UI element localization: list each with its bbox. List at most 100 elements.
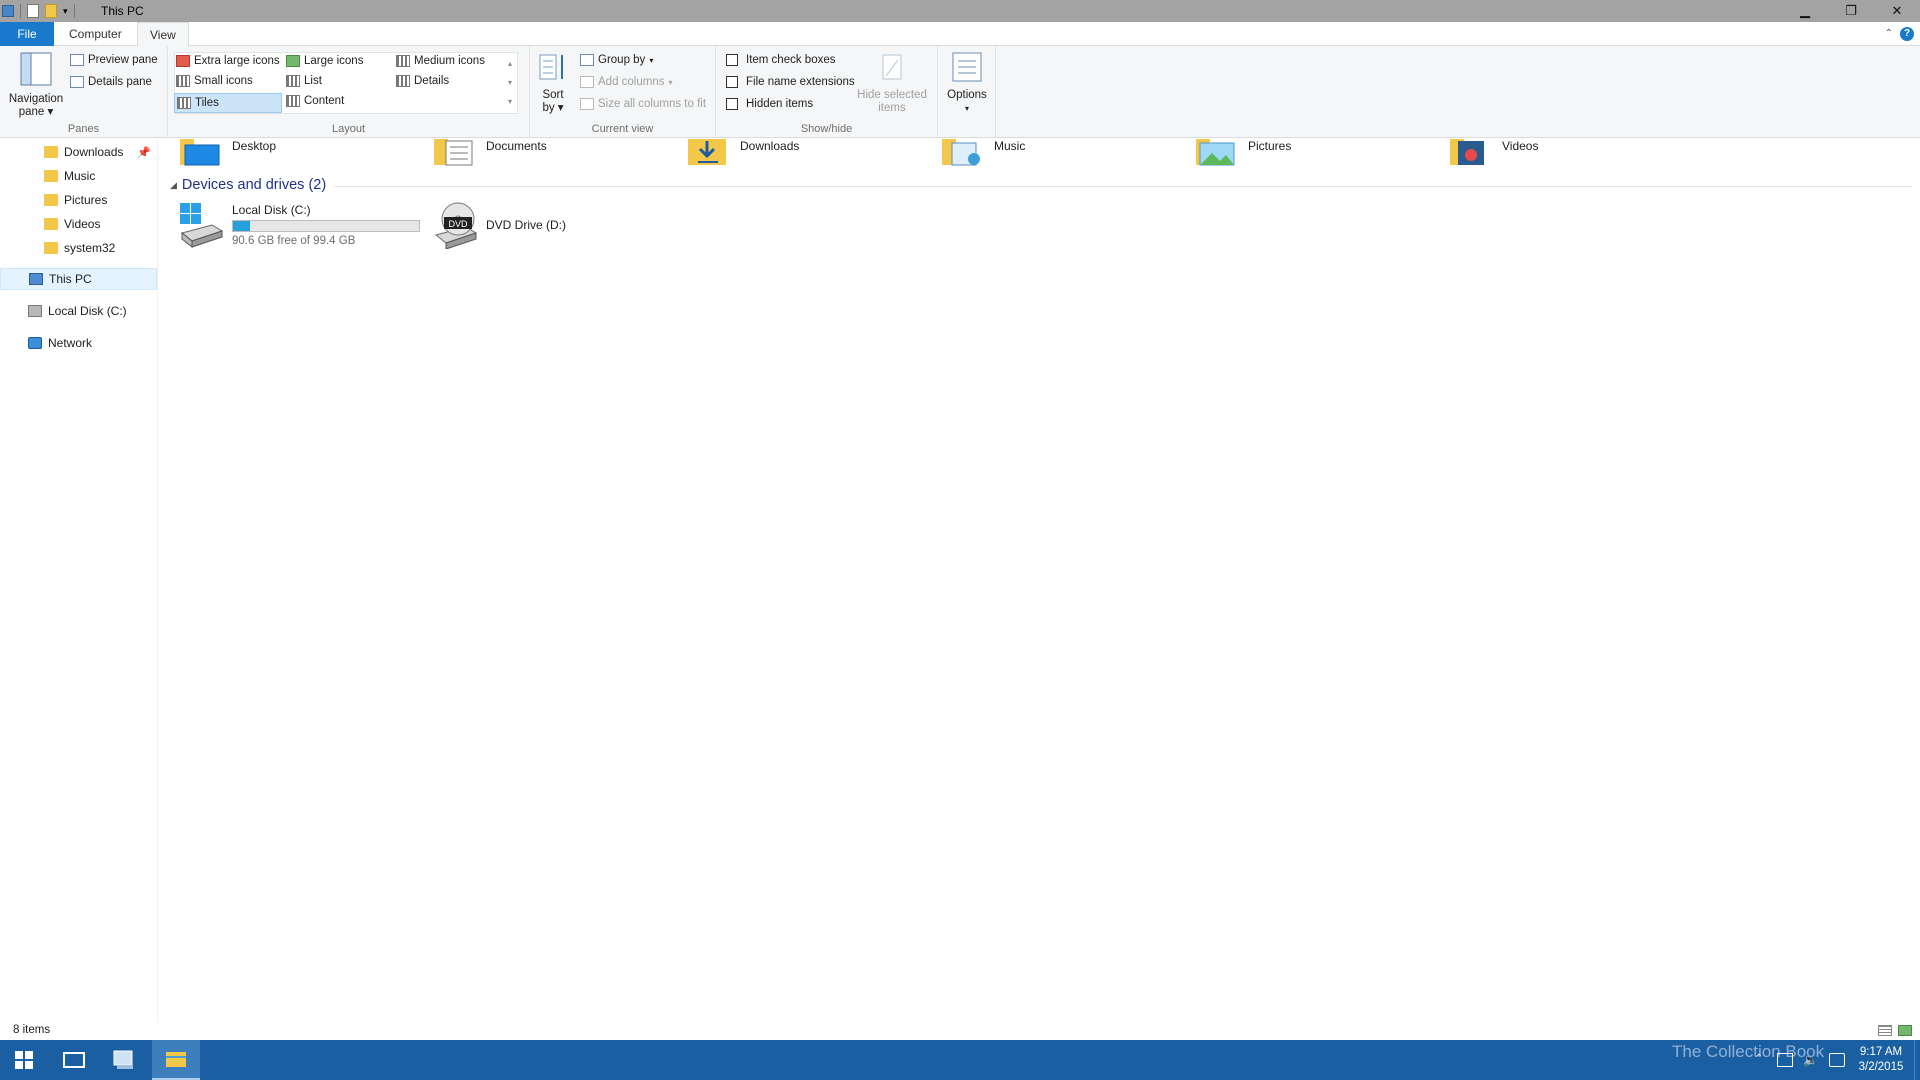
item-count: 8 items bbox=[13, 1024, 51, 1036]
minimize-button[interactable]: ▁ bbox=[1782, 0, 1828, 22]
size-columns-icon bbox=[580, 98, 594, 110]
sort-by-label-line2: by bbox=[542, 102, 555, 114]
folder-tile-desktop[interactable]: Desktop bbox=[180, 139, 276, 167]
start-button[interactable] bbox=[0, 1040, 48, 1080]
music-folder-icon bbox=[942, 139, 980, 166]
layout-large-icons[interactable]: Large icons bbox=[286, 55, 363, 67]
sidebar-item-pictures[interactable]: Pictures bbox=[0, 189, 157, 211]
drive-info: DVD Drive (D:) bbox=[486, 218, 566, 232]
drive-tile-local-disk[interactable]: Local Disk (C:) 90.6 GB free of 99.4 GB bbox=[178, 201, 420, 249]
folder-tile-videos[interactable]: Videos bbox=[1450, 139, 1538, 167]
add-columns-button[interactable]: Add columns ▾ bbox=[580, 76, 673, 88]
item-check-boxes-toggle[interactable]: Item check boxes bbox=[726, 54, 835, 66]
layout-tiles[interactable]: Tiles bbox=[174, 93, 282, 113]
taskbar-app-file-explorer[interactable] bbox=[152, 1040, 200, 1080]
sidebar-item-this-pc[interactable]: This PC bbox=[0, 268, 157, 290]
layout-content[interactable]: Content bbox=[286, 95, 344, 107]
help-icon[interactable]: ? bbox=[1900, 27, 1914, 41]
sidebar-item-music[interactable]: Music bbox=[0, 165, 157, 187]
file-explorer-icon bbox=[166, 1052, 186, 1067]
small-icons-label: Small icons bbox=[194, 75, 253, 87]
folder-tile-pictures[interactable]: Pictures bbox=[1196, 139, 1291, 167]
sidebar-item-videos[interactable]: Videos bbox=[0, 213, 157, 235]
minimize-ribbon-icon[interactable]: ⌃ bbox=[1885, 28, 1893, 39]
checkbox[interactable] bbox=[726, 54, 738, 66]
group-by-button[interactable]: Group by ▾ bbox=[580, 54, 653, 66]
large-icons-icon bbox=[286, 55, 300, 67]
tiles-icon bbox=[177, 97, 191, 109]
sidebar-item-system32[interactable]: system32 bbox=[0, 237, 157, 259]
action-center-icon[interactable] bbox=[1829, 1053, 1845, 1067]
folder-tile-downloads[interactable]: Downloads bbox=[688, 139, 799, 167]
file-name-extensions-toggle[interactable]: File name extensions bbox=[726, 76, 855, 88]
content-area[interactable]: Desktop Documents Downloads Music Pictur… bbox=[162, 139, 1920, 1022]
medium-icons-label: Medium icons bbox=[414, 55, 485, 67]
windows-logo-icon bbox=[15, 1051, 33, 1069]
details-view-icon[interactable] bbox=[1878, 1025, 1892, 1036]
pin-icon[interactable]: 📌 bbox=[137, 146, 151, 159]
sidebar-item-label: Network bbox=[48, 336, 93, 350]
preview-pane-button[interactable]: Preview pane bbox=[70, 54, 158, 66]
gallery-scroll[interactable]: ▴ ▾ ▾ bbox=[508, 54, 512, 111]
sidebar-item-label: system32 bbox=[64, 241, 116, 255]
show-hide-group-label: Show/hide bbox=[800, 123, 853, 135]
folder-tile-music[interactable]: Music bbox=[942, 139, 1025, 167]
properties-icon[interactable] bbox=[27, 4, 39, 18]
navigation-pane-label-line2: pane bbox=[18, 106, 45, 118]
add-columns-label: Add columns bbox=[598, 76, 665, 88]
pictures-folder-icon bbox=[1196, 139, 1235, 166]
checkbox[interactable] bbox=[726, 98, 738, 110]
dvd-badge: DVD bbox=[448, 219, 468, 229]
layout-list[interactable]: List bbox=[286, 75, 322, 87]
server-manager-icon bbox=[113, 1050, 133, 1069]
status-bar: 8 items bbox=[0, 1022, 1920, 1040]
collapse-icon[interactable]: ◢ bbox=[170, 180, 177, 191]
devices-section-header[interactable]: ◢ Devices and drives (2) bbox=[170, 177, 326, 193]
sort-by-button[interactable]: Sort by ▾ bbox=[536, 52, 570, 115]
drive-info: Local Disk (C:) 90.6 GB free of 99.4 GB bbox=[232, 203, 420, 247]
restore-button[interactable]: ❐ bbox=[1828, 0, 1874, 22]
layout-medium-icons[interactable]: Medium icons bbox=[396, 55, 485, 67]
layout-details[interactable]: Details bbox=[396, 75, 449, 87]
clock[interactable]: 9:17 AM 3/2/2015 bbox=[1850, 1045, 1912, 1075]
desktop-folder-icon bbox=[180, 139, 220, 166]
task-view-button[interactable] bbox=[50, 1040, 98, 1080]
content-icon bbox=[286, 95, 300, 107]
tab-computer[interactable]: Computer bbox=[57, 22, 134, 46]
new-folder-icon[interactable] bbox=[45, 4, 57, 18]
layout-extra-large-icons[interactable]: Extra large icons bbox=[176, 55, 280, 67]
panes-group: Navigation pane ▾ Preview pane Details p… bbox=[0, 46, 168, 138]
details-pane-button[interactable]: Details pane bbox=[70, 76, 152, 88]
hide-selected-items-button[interactable]: Hide selected items bbox=[856, 54, 928, 115]
watermark-text: The Collection Book bbox=[1672, 1042, 1825, 1061]
checkbox[interactable] bbox=[726, 76, 738, 88]
details-label: Details bbox=[414, 75, 450, 87]
sidebar-item-local-disk[interactable]: Local Disk (C:) bbox=[0, 300, 157, 322]
size-all-columns-button[interactable]: Size all columns to fit bbox=[580, 98, 706, 110]
videos-folder-icon bbox=[44, 218, 58, 230]
large-icons-view-icon[interactable] bbox=[1898, 1025, 1912, 1036]
section-divider bbox=[334, 186, 1912, 187]
dvd-drive-icon: DVD bbox=[434, 202, 478, 249]
customize-toolbar-icon[interactable]: ▾ bbox=[63, 6, 68, 17]
navigation-pane[interactable]: Downloads 📌 Music Pictures Videos system… bbox=[0, 139, 158, 1022]
folder-icon bbox=[44, 242, 58, 254]
downloads-folder-icon bbox=[688, 139, 726, 165]
view-switcher bbox=[1878, 1025, 1912, 1036]
navigation-pane-icon bbox=[20, 52, 52, 86]
drive-tile-dvd[interactable]: DVD DVD Drive (D:) bbox=[434, 201, 566, 249]
sidebar-item-downloads[interactable]: Downloads 📌 bbox=[0, 141, 157, 163]
folder-tile-documents[interactable]: Documents bbox=[434, 139, 547, 167]
tab-view[interactable]: View bbox=[137, 22, 189, 47]
hidden-items-toggle[interactable]: Hidden items bbox=[726, 98, 813, 110]
tab-file[interactable]: File bbox=[0, 22, 54, 46]
navigation-pane-button[interactable]: Navigation pane ▾ bbox=[6, 52, 66, 119]
layout-small-icons[interactable]: Small icons bbox=[176, 75, 253, 87]
options-button[interactable]: Options ▾ bbox=[944, 52, 990, 115]
taskbar-app-server-manager[interactable] bbox=[100, 1040, 148, 1080]
close-button[interactable]: ✕ bbox=[1874, 0, 1920, 22]
sidebar-item-network[interactable]: Network bbox=[0, 332, 157, 354]
explorer-icon[interactable] bbox=[2, 5, 14, 17]
show-desktop-button[interactable] bbox=[1914, 1040, 1920, 1080]
documents-folder-icon bbox=[434, 139, 473, 166]
